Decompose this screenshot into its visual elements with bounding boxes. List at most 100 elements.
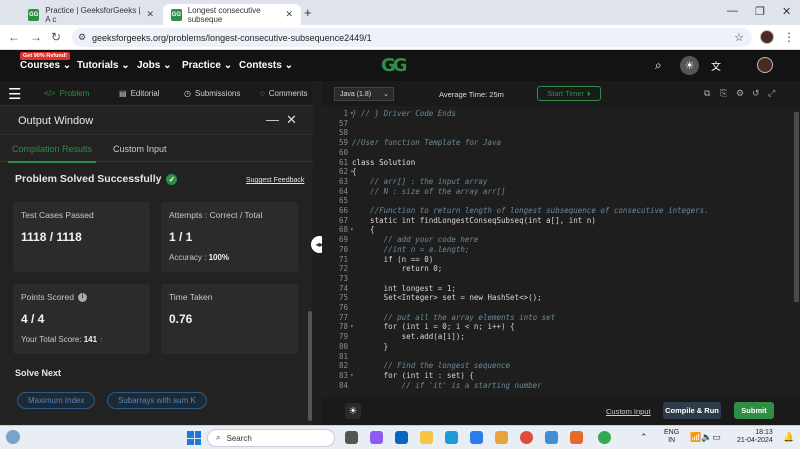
card-value: 4 / 4 xyxy=(21,312,45,326)
nav-jobs[interactable]: Jobs ⌄ xyxy=(137,60,172,71)
minimize-icon[interactable]: — xyxy=(727,5,738,17)
system-clock[interactable]: 18:13 21-04-2024 xyxy=(737,429,773,445)
photos-icon[interactable] xyxy=(545,431,558,444)
linkedin-icon[interactable] xyxy=(395,431,408,444)
task-view-icon[interactable] xyxy=(345,431,358,444)
translate-icon[interactable]: 文 xyxy=(711,58,721,73)
fullscreen-icon[interactable]: ⤢ xyxy=(768,88,775,99)
tray-expand-icon[interactable]: ⌃ xyxy=(640,432,648,443)
settings-icon[interactable]: ⚙ xyxy=(736,88,744,99)
chip-maximum-index[interactable]: Maximum Index xyxy=(17,392,96,409)
search-icon[interactable]: ⌕ xyxy=(655,58,662,73)
new-tab-icon[interactable]: + xyxy=(304,5,312,20)
chrome-icon[interactable] xyxy=(520,431,533,444)
site-info-icon[interactable]: ⚙ xyxy=(78,32,86,43)
tab-editorial[interactable]: ▤ Editorial xyxy=(119,89,159,98)
code-line: set.add(a[i]); xyxy=(352,332,465,342)
notification-bell-icon[interactable]: 🔔 xyxy=(783,432,794,443)
output-window-header: Output Window — ✕ xyxy=(0,106,313,135)
tab-compilation-results[interactable]: Compilation Results xyxy=(7,144,97,163)
copy-icon[interactable]: ⧉ xyxy=(704,88,710,99)
tab-custom-input[interactable]: Custom Input xyxy=(113,144,167,154)
compile-run-button[interactable]: Compile & Run xyxy=(663,402,721,419)
chrome-active-icon[interactable] xyxy=(598,431,611,444)
wifi-volume-battery-icon[interactable]: 📶🔈▭ xyxy=(690,432,721,443)
search-icon: ⌕ xyxy=(216,433,221,442)
chip-subarrays-sum-k[interactable]: Subarrays with sum K xyxy=(107,392,207,409)
code-line: // N : size of the array arr[] xyxy=(352,186,506,196)
result-tabs: Compilation Results Custom Input xyxy=(0,135,313,163)
back-icon[interactable]: ← xyxy=(8,30,20,44)
editor-scrollbar[interactable] xyxy=(794,112,799,302)
total-score-text: Your Total Score: 141 ↑ xyxy=(21,335,104,344)
reset-icon[interactable]: ↺ xyxy=(752,88,760,99)
tab-submissions[interactable]: ◷ Submissions xyxy=(184,89,240,98)
line-number: 66 xyxy=(338,206,348,215)
office-icon[interactable] xyxy=(570,431,583,444)
code-line: } // } Driver Code Ends xyxy=(352,109,456,118)
close-window-icon[interactable]: ✕ xyxy=(782,5,791,18)
hamburger-menu-icon[interactable]: ☰ xyxy=(8,85,21,103)
nav-tutorials[interactable]: Tutorials ⌄ xyxy=(77,60,130,71)
user-avatar[interactable] xyxy=(757,57,773,73)
code-line: if (n == 0) xyxy=(352,254,434,264)
edge-icon[interactable] xyxy=(445,431,458,444)
restore-icon[interactable]: ❐ xyxy=(755,5,765,18)
tab-comments[interactable]: ◌ Comments xyxy=(260,89,307,98)
nav-contests[interactable]: Contests ⌄ xyxy=(239,60,293,71)
suggest-feedback-link[interactable]: Suggest Feedback xyxy=(246,177,304,184)
code-area[interactable]: 1 ▾} // } Driver Code Ends 57 58 59//User fu… xyxy=(322,106,800,398)
close-tab-icon[interactable]: ✕ xyxy=(285,9,293,20)
nav-practice[interactable]: Practice ⌄ xyxy=(182,60,232,71)
start-timer-button[interactable]: Start Timer ⏵ xyxy=(537,86,601,101)
profile-avatar[interactable] xyxy=(760,30,774,44)
left-scrollbar[interactable] xyxy=(308,311,312,421)
line-number: 74 xyxy=(338,283,348,293)
line-number: 57 xyxy=(338,118,348,128)
card-label: Attempts : Correct / Total xyxy=(169,210,263,220)
forward-icon[interactable]: → xyxy=(30,30,42,44)
info-icon[interactable]: i xyxy=(77,292,87,302)
comment-icon: ◌ xyxy=(260,89,265,98)
status-message: Problem Solved Successfully ✓ xyxy=(15,173,178,185)
line-number: 64 xyxy=(338,186,348,196)
code-icon: </> xyxy=(44,89,56,98)
submit-button[interactable]: Submit xyxy=(734,402,774,419)
solve-next-heading: Solve Next xyxy=(15,368,62,378)
line-number: 72 xyxy=(338,264,348,274)
refund-badge[interactable]: Get 90% Refund! xyxy=(20,52,71,60)
format-icon[interactable]: ⎘ xyxy=(720,88,727,99)
store-icon[interactable] xyxy=(470,431,483,444)
card-label: Points Scored i xyxy=(21,292,87,302)
browser-menu-icon[interactable]: ⋮ xyxy=(783,30,795,44)
chat-app-icon[interactable] xyxy=(370,431,383,444)
app-icon[interactable] xyxy=(495,431,508,444)
file-explorer-icon[interactable] xyxy=(420,431,433,444)
light-bulb-icon[interactable]: ☀ xyxy=(345,403,361,419)
tab-problem[interactable]: </> Problem xyxy=(44,89,89,98)
weather-icon[interactable] xyxy=(6,430,20,444)
play-icon: ⏵ xyxy=(586,88,591,98)
theme-toggle-icon[interactable]: ☀ xyxy=(680,56,699,75)
language-indicator[interactable]: ENG IN xyxy=(664,429,679,445)
browser-tab-practice[interactable]: GG Practice | GeeksforGeeks | A c ✕ xyxy=(20,4,162,25)
average-time: Average Time: 25m xyxy=(439,90,504,99)
url-field[interactable]: ⚙ geeksforgeeks.org/problems/longest-con… xyxy=(72,28,752,47)
close-panel-icon[interactable]: ✕ xyxy=(286,112,297,128)
language-select[interactable]: Java (1.8) ⌄ xyxy=(334,87,394,101)
custom-input-link[interactable]: Custom Input xyxy=(606,407,651,416)
accuracy-text: Accuracy : 100% xyxy=(169,253,230,262)
windows-start-icon[interactable] xyxy=(187,431,201,445)
browser-tab-longest[interactable]: GG Longest consecutive subseque ✕ xyxy=(163,4,301,25)
gfg-logo[interactable]: GG xyxy=(381,55,419,76)
site-header: Get 90% Refund! Courses ⌄ Tutorials ⌄ Jo… xyxy=(0,50,800,81)
attempts-card: Attempts : Correct / Total 1 / 1 Accurac… xyxy=(161,202,298,272)
reload-icon[interactable]: ↻ xyxy=(51,30,61,44)
close-tab-icon[interactable]: ✕ xyxy=(146,9,154,20)
taskbar-search[interactable]: ⌕ Search xyxy=(207,429,335,447)
minimize-panel-icon[interactable]: — xyxy=(266,112,279,127)
bookmark-star-icon[interactable]: ☆ xyxy=(734,31,744,44)
line-number: 80 xyxy=(338,341,348,351)
card-value: 1 / 1 xyxy=(169,230,193,244)
nav-courses[interactable]: Courses ⌄ xyxy=(20,60,71,71)
